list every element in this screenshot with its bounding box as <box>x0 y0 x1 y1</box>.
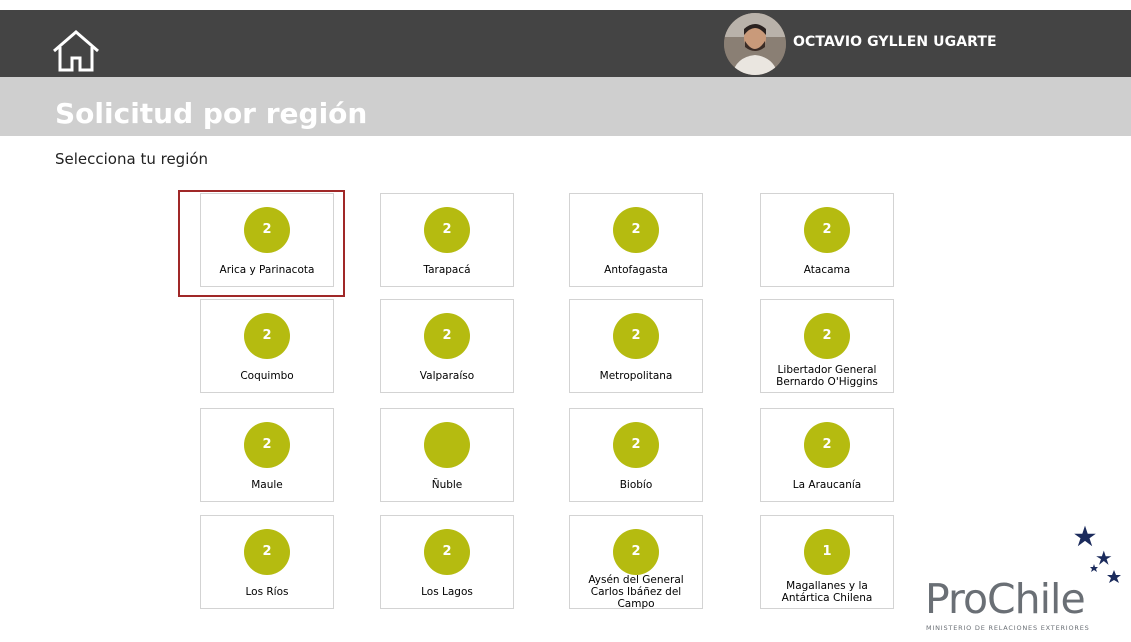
region-tile[interactable]: 2 Tarapacá <box>380 193 514 287</box>
region-tile[interactable]: 2 Maule <box>200 408 334 502</box>
request-count-badge: 2 <box>804 313 850 359</box>
region-name: Biobío <box>619 479 653 491</box>
region-tile[interactable]: 2 Atacama <box>760 193 894 287</box>
region-tile[interactable]: 2 Los Ríos <box>200 515 334 609</box>
request-count-badge: 2 <box>424 207 470 253</box>
request-count-badge: 2 <box>424 313 470 359</box>
region-name: Maule <box>251 479 283 491</box>
region-tile[interactable]: 2 Libertador General Bernardo O'Higgins <box>760 299 894 393</box>
user-name: OCTAVIO GYLLEN UGARTE <box>793 34 997 50</box>
region-name: Los Ríos <box>245 586 289 598</box>
region-name: Atacama <box>803 264 851 276</box>
region-tile[interactable]: Ñuble <box>380 408 514 502</box>
region-tile[interactable]: 2 Los Lagos <box>380 515 514 609</box>
avatar <box>724 13 786 75</box>
request-count-badge: 2 <box>804 207 850 253</box>
region-name: La Araucanía <box>792 479 862 491</box>
region-tile[interactable]: 1 Magallanes y la Antártica Chilena <box>760 515 894 609</box>
logo-subtitle: MINISTERIO DE RELACIONES EXTERIORES <box>926 624 1090 632</box>
page-subtitle: Selecciona tu región <box>55 150 209 168</box>
request-count-badge: 2 <box>244 529 290 575</box>
request-count-badge: 2 <box>424 529 470 575</box>
region-name: Antofagasta <box>604 264 668 276</box>
region-name: Metropolitana <box>599 370 673 382</box>
request-count-badge: 2 <box>613 529 659 575</box>
prochile-logo: ProChile MINISTERIO DE RELACIONES EXTERI… <box>922 524 1131 636</box>
region-name: Coquimbo <box>240 370 294 382</box>
region-tile[interactable]: 2 Biobío <box>569 408 703 502</box>
selected-region-highlight <box>178 190 345 297</box>
request-count-badge: 2 <box>244 313 290 359</box>
request-count-badge: 2 <box>244 422 290 468</box>
request-count-badge: 1 <box>804 529 850 575</box>
region-tile[interactable]: 2 Coquimbo <box>200 299 334 393</box>
request-count-badge: 2 <box>613 313 659 359</box>
region-tile[interactable]: 2 Metropolitana <box>569 299 703 393</box>
region-name: Aysén del General Carlos Ibáñez del Camp… <box>588 574 684 610</box>
region-tile[interactable]: 2 Antofagasta <box>569 193 703 287</box>
region-name: Ñuble <box>431 479 463 491</box>
region-name: Magallanes y la Antártica Chilena <box>781 580 873 604</box>
home-icon[interactable] <box>50 29 102 73</box>
region-name: Los Lagos <box>421 586 473 598</box>
app-header: OCTAVIO GYLLEN UGARTE <box>0 10 1131 77</box>
request-count-badge: 2 <box>613 207 659 253</box>
region-name: Libertador General Bernardo O'Higgins <box>776 364 878 388</box>
logo-brand: ProChile <box>925 575 1086 623</box>
request-count-badge <box>424 422 470 468</box>
request-count-badge: 2 <box>613 422 659 468</box>
region-tile[interactable]: 2 Aysén del General Carlos Ibáñez del Ca… <box>569 515 703 610</box>
request-count-badge: 2 <box>804 422 850 468</box>
region-name: Valparaíso <box>419 370 475 382</box>
region-tile[interactable]: 2 Valparaíso <box>380 299 514 393</box>
page-title: Solicitud por región <box>55 97 368 130</box>
region-name: Tarapacá <box>423 264 471 276</box>
region-tile[interactable]: 2 La Araucanía <box>760 408 894 502</box>
